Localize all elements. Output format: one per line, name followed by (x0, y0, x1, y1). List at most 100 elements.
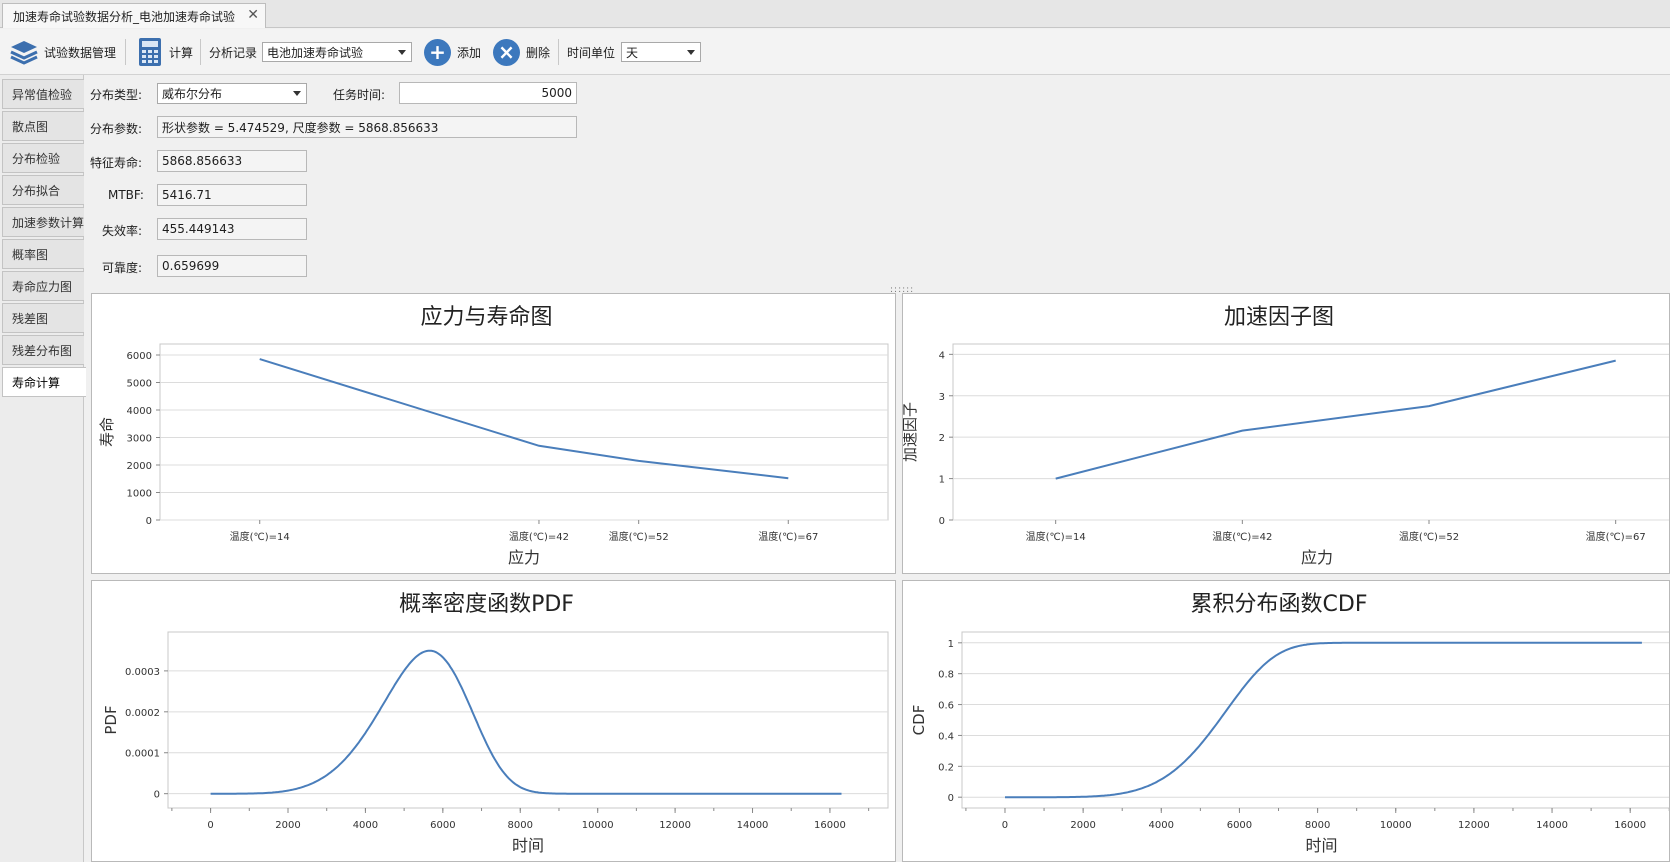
time-unit-select[interactable]: 天 (621, 42, 701, 62)
pdf-chart-panel: 概率密度函数PDF 0 0.0001 0.0002 0.0003 0 2000 4000 600… (91, 580, 896, 862)
sidebar-item-outlier-test[interactable]: 异常值检验 (2, 79, 84, 109)
chart-title: 应力与寿命图 (420, 305, 552, 330)
time-unit-value: 天 (626, 45, 639, 60)
calculate-label: 计算 (169, 45, 194, 60)
mtbf-value: 5416.71 (162, 188, 212, 202)
sidebar-item-label: 寿命计算 (12, 375, 61, 390)
layers-icon (10, 41, 38, 65)
data-manage-button[interactable]: 试验数据管理 (9, 29, 116, 75)
sidebar-item-scatter[interactable]: 散点图 (2, 111, 84, 141)
plot-area (961, 631, 1669, 809)
document-tab-strip: 加速寿命试验数据分析_电池加速寿命试验 ✕ (0, 0, 1670, 28)
y-tick-label: 0.4 (938, 731, 954, 742)
mtbf-label: MTBF: (108, 188, 144, 202)
chart-title: 累积分布函数CDF (1191, 592, 1368, 617)
sidebar: 异常值检验 散点图 分布检验 分布拟合 加速参数计算 概率图 寿命应力图 残差图… (0, 75, 86, 862)
x-axis-label: 应力 (1301, 548, 1333, 567)
y-axis-label: 加速因子 (903, 402, 919, 462)
sidebar-item-residual[interactable]: 残差图 (2, 303, 84, 333)
sidebar-item-distribution-test[interactable]: 分布检验 (2, 143, 84, 173)
x-axis-label: 应力 (508, 548, 540, 567)
sidebar-item-label: 残差分布图 (12, 343, 73, 358)
toolbar: 试验数据管理 计算 分析记录 电池加速寿命试验 + 添加 × 删除 时间单位 天 (0, 29, 1670, 75)
x-tick-label: 2000 (275, 820, 300, 831)
char-life-label: 特征寿命: (90, 156, 143, 170)
failure-rate-field[interactable]: 455.449143 (157, 218, 307, 240)
dist-params-field[interactable]: 形状参数 = 5.474529, 尺度参数 = 5868.856633 (157, 116, 577, 138)
x-tick-label: 温度(℃)=67 (1586, 530, 1646, 543)
char-life-field[interactable]: 5868.856633 (157, 150, 307, 172)
sidebar-item-label: 残差图 (12, 311, 49, 326)
chevron-down-icon (293, 91, 301, 96)
x-tick-label: 16000 (1614, 820, 1646, 831)
mtbf-field[interactable]: 5416.71 (157, 184, 307, 206)
y-tick-label: 0.2 (938, 762, 954, 773)
x-tick-label: 12000 (659, 820, 691, 831)
sidebar-item-life-calculation[interactable]: 寿命计算 (2, 367, 86, 397)
y-tick-label: 0.0002 (125, 708, 160, 719)
sidebar-item-probability-plot[interactable]: 概率图 (2, 239, 84, 269)
calculator-icon (139, 38, 161, 66)
y-tick-label: 1000 (127, 489, 152, 500)
y-tick-label: 1 (939, 475, 945, 486)
plot-area (167, 631, 889, 809)
sidebar-item-acceleration-params[interactable]: 加速参数计算 (2, 207, 84, 237)
sidebar-item-label: 概率图 (12, 247, 49, 262)
y-tick-label: 2000 (127, 461, 152, 472)
y-tick-label: 5000 (127, 379, 152, 390)
dist-type-label: 分布类型: (90, 88, 143, 102)
y-tick-label: 0 (939, 516, 945, 527)
delete-button[interactable]: × 删除 (493, 29, 550, 75)
calculate-button[interactable]: 计算 (138, 29, 193, 75)
x-tick-label: 12000 (1458, 820, 1490, 831)
series-line (1005, 641, 1642, 799)
dist-type-select[interactable]: 威布尔分布 (157, 83, 307, 104)
y-tick-label: 0.6 (938, 701, 954, 712)
y-tick-label: 0 (154, 790, 160, 801)
sidebar-item-label: 散点图 (12, 119, 49, 134)
series-line (1055, 359, 1616, 480)
document-tab-title: 加速寿命试验数据分析_电池加速寿命试验 (13, 9, 236, 24)
plot-area (159, 343, 889, 521)
record-select-value: 电池加速寿命试验 (267, 45, 364, 60)
y-tick-label: 6000 (127, 351, 152, 362)
pdf-chart: 概率密度函数PDF 0 0.0001 0.0002 0.0003 0 2000 4000 600… (102, 592, 889, 855)
x-axis-label: 时间 (1305, 836, 1337, 855)
add-label: 添加 (457, 45, 482, 60)
failure-rate-value: 455.449143 (162, 222, 235, 236)
x-tick-label: 4000 (1149, 820, 1174, 831)
y-tick-label: 4 (939, 350, 945, 361)
add-button[interactable]: + 添加 (424, 29, 481, 75)
time-unit-label-text: 时间单位 (567, 45, 616, 60)
acceleration-factor-chart-panel: 加速因子图 0 1 2 3 4 温度(℃)=14 温度(℃)=42 温度(℃)=52 温度(℃)=… (902, 293, 1670, 574)
chart-title: 加速因子图 (1224, 305, 1334, 330)
sidebar-item-life-stress[interactable]: 寿命应力图 (2, 271, 84, 301)
y-tick-label: 3000 (127, 434, 152, 445)
close-tab-icon[interactable]: ✕ (247, 7, 259, 23)
mission-time-input[interactable]: 5000 (399, 82, 577, 104)
sidebar-item-residual-distribution[interactable]: 残差分布图 (2, 335, 84, 365)
plus-circle-icon: + (424, 38, 451, 66)
document-tab[interactable]: 加速寿命试验数据分析_电池加速寿命试验 ✕ (2, 3, 266, 28)
data-manage-label: 试验数据管理 (44, 45, 117, 60)
y-tick-label: 0.0001 (125, 749, 160, 760)
x-tick-label: 温度(℃)=42 (1212, 530, 1272, 543)
x-tick-label: 10000 (1380, 820, 1412, 831)
record-label: 分析记录 (209, 29, 257, 75)
reliability-field[interactable]: 0.659699 (157, 255, 307, 277)
reliability-label: 可靠度: (102, 261, 143, 275)
record-select[interactable]: 电池加速寿命试验 (262, 42, 412, 62)
x-tick-label: 温度(℃)=52 (609, 530, 669, 543)
chevron-down-icon (398, 50, 406, 55)
y-tick-label: 0.8 (938, 670, 954, 681)
delete-label: 删除 (526, 45, 551, 60)
y-tick-label: 0 (146, 516, 152, 527)
sidebar-item-label: 寿命应力图 (12, 279, 73, 294)
x-tick-label: 温度(℃)=14 (230, 530, 290, 543)
sidebar-item-distribution-fit[interactable]: 分布拟合 (2, 175, 84, 205)
x-tick-label: 8000 (1305, 820, 1330, 831)
mission-time-label: 任务时间: (333, 88, 386, 102)
y-tick-label: 0.0003 (125, 667, 160, 678)
x-tick-label: 6000 (1227, 820, 1252, 831)
x-tick-label: 8000 (508, 820, 533, 831)
